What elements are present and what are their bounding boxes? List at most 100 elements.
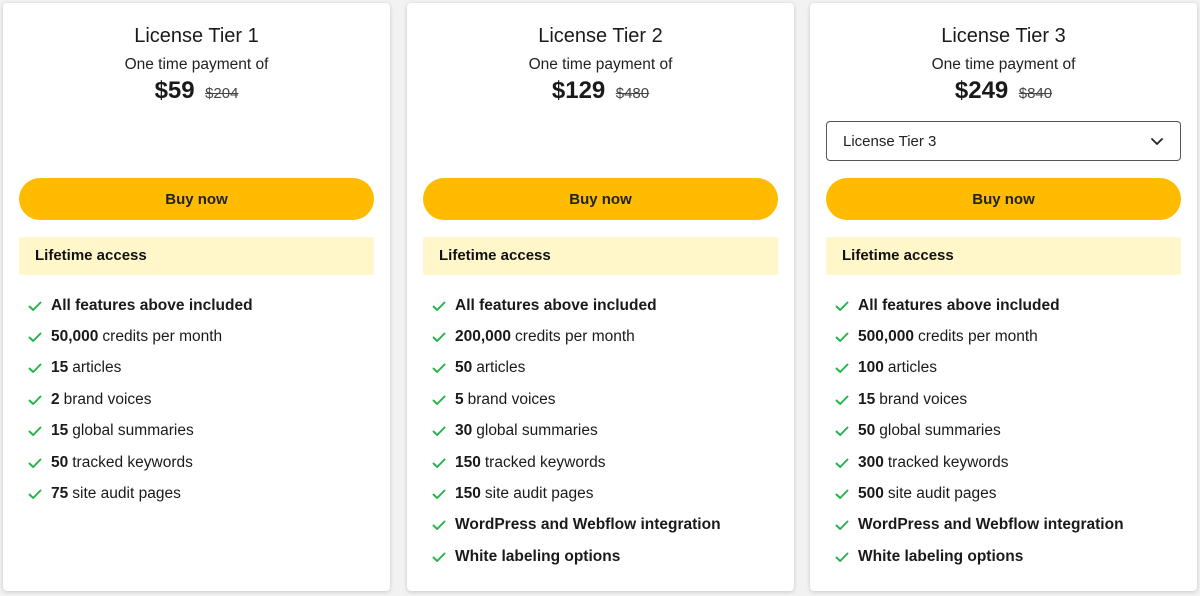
feature-item: 300 tracked keywords: [834, 447, 1187, 478]
feature-item: 30 global summaries: [431, 416, 784, 447]
feature-item: 150 site audit pages: [431, 478, 784, 509]
feature-highlight: 50: [455, 359, 473, 377]
feature-item: White labeling options: [431, 541, 784, 572]
check-icon: [28, 364, 42, 374]
chevron-down-icon: [1151, 138, 1163, 145]
lifetime-access-banner: Lifetime access: [423, 237, 778, 275]
check-icon: [432, 552, 446, 562]
buy-now-button[interactable]: Buy now: [19, 178, 374, 220]
feature-highlight: 15: [51, 422, 69, 440]
check-icon: [432, 426, 446, 437]
check-icon: [28, 458, 42, 468]
feature-text: credits per month: [515, 328, 635, 346]
card-title: License Tier 3: [941, 25, 1066, 47]
feature-text: credits per month: [918, 328, 1038, 346]
feature-text: brand voices: [467, 390, 556, 408]
feature-item: 15 global summaries: [27, 416, 380, 447]
check-icon: [432, 520, 446, 531]
feature-item: 200,000 credits per month: [431, 321, 784, 352]
feature-highlight: 50,000: [51, 328, 99, 346]
feature-highlight: WordPress and Webflow integration: [455, 516, 721, 534]
feature-item: 500 site audit pages: [834, 478, 1187, 509]
feature-list: All features above included 500,000 credit…: [834, 290, 1187, 573]
feature-item: All features above included: [834, 290, 1187, 321]
feature-list: All features above included 200,000 credit…: [431, 290, 784, 573]
current-price: $129: [551, 77, 606, 104]
feature-highlight: 5: [455, 390, 464, 408]
feature-item: 50 articles: [431, 353, 784, 384]
feature-text: global summaries: [72, 422, 194, 440]
feature-highlight: 500: [858, 485, 884, 503]
check-icon: [28, 332, 42, 343]
feature-item: WordPress and Webflow integration: [834, 510, 1187, 541]
check-icon: [28, 395, 42, 405]
check-icon: [835, 332, 849, 343]
feature-text: credits per month: [102, 328, 223, 346]
feature-item: White labeling options: [834, 541, 1187, 572]
feature-highlight: 100: [858, 359, 884, 377]
check-icon: [28, 426, 42, 437]
feature-highlight: White labeling options: [455, 547, 621, 565]
price-row: $59 $204: [3, 77, 390, 105]
feature-item: WordPress and Webflow integration: [431, 510, 784, 541]
check-icon: [432, 489, 446, 499]
feature-highlight: 75: [51, 485, 69, 503]
price-row: $129 $480: [407, 77, 794, 105]
check-icon: [835, 520, 849, 531]
check-icon: [432, 332, 446, 343]
current-price: $59: [154, 77, 195, 104]
feature-item: 50 tracked keywords: [27, 447, 380, 478]
check-icon: [835, 395, 849, 405]
feature-highlight: All features above included: [51, 296, 253, 314]
feature-highlight: White labeling options: [858, 547, 1024, 565]
pricing-card-tier-2: License Tier 2 One time payment of $129 …: [407, 3, 794, 591]
card-title: License Tier 1: [134, 25, 259, 47]
feature-text: articles: [887, 359, 937, 377]
buy-now-button[interactable]: Buy now: [423, 178, 778, 220]
feature-item: 150 tracked keywords: [431, 447, 784, 478]
feature-item: 2 brand voices: [27, 384, 380, 415]
tier-select-value: License Tier 3: [843, 132, 937, 150]
feature-list: All features above included 50,000 credits…: [27, 290, 380, 510]
feature-highlight: 150: [455, 453, 481, 471]
feature-highlight: 300: [858, 453, 884, 471]
feature-highlight: 15: [858, 390, 876, 408]
feature-item: 500,000 credits per month: [834, 321, 1187, 352]
check-icon: [28, 489, 42, 499]
check-icon: [835, 552, 849, 562]
pricing-card-tier-1: License Tier 1 One time payment of $59 $…: [3, 3, 390, 591]
check-icon: [432, 395, 446, 405]
card-title: License Tier 2: [538, 25, 663, 47]
payment-caption: One time payment of: [528, 56, 673, 73]
feature-text: brand voices: [879, 390, 968, 408]
check-icon: [432, 364, 446, 374]
feature-item: 15 articles: [27, 353, 380, 384]
feature-text: tracked keywords: [887, 453, 1009, 471]
feature-highlight: 50: [858, 422, 876, 440]
feature-item: 5 brand voices: [431, 384, 784, 415]
feature-highlight: 500,000: [858, 328, 915, 346]
pricing-card-tier-3: License Tier 3 One time payment of $249 …: [810, 3, 1197, 591]
feature-text: articles: [476, 359, 526, 377]
feature-text: global summaries: [476, 422, 598, 440]
feature-text: site audit pages: [484, 485, 594, 503]
feature-highlight: 15: [51, 359, 69, 377]
feature-text: site audit pages: [72, 485, 181, 503]
feature-highlight: WordPress and Webflow integration: [858, 516, 1124, 534]
feature-highlight: 50: [51, 453, 69, 471]
feature-highlight: All features above included: [455, 296, 657, 314]
payment-caption: One time payment of: [124, 56, 269, 73]
check-icon: [835, 458, 849, 468]
tier-select-dropdown[interactable]: License Tier 3: [826, 121, 1181, 161]
buy-now-button[interactable]: Buy now: [826, 178, 1181, 220]
feature-item: All features above included: [27, 290, 380, 321]
check-icon: [835, 426, 849, 437]
check-icon: [432, 301, 446, 311]
feature-highlight: 30: [455, 422, 473, 440]
feature-text: tracked keywords: [72, 453, 193, 471]
feature-text: articles: [72, 359, 122, 377]
feature-highlight: 200,000: [455, 328, 512, 346]
feature-text: site audit pages: [887, 485, 997, 503]
feature-highlight: 2: [51, 390, 60, 408]
feature-highlight: All features above included: [858, 296, 1060, 314]
